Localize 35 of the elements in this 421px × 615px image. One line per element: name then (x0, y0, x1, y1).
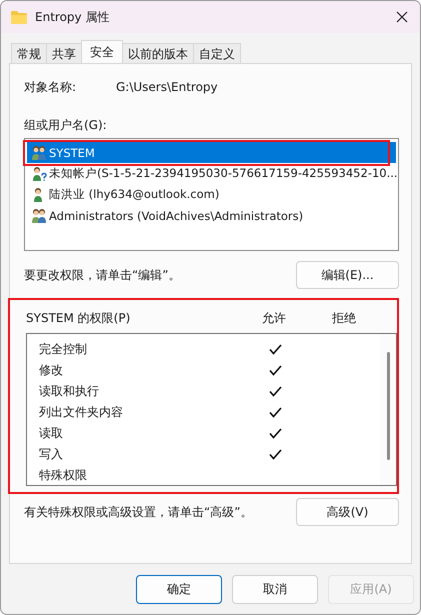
close-icon[interactable] (396, 11, 408, 23)
tab[interactable]: 常规 (11, 43, 47, 63)
tab[interactable]: 以前的版本 (122, 43, 194, 63)
edit-hint: 要更改权限，请单击“编辑”。 (24, 266, 180, 284)
user-question-icon (31, 166, 47, 182)
permission-name: 列出文件夹内容 (39, 404, 124, 421)
tab[interactable]: 自定义 (193, 43, 241, 63)
list-item[interactable]: 未知帐户(S-1-5-21-2394195030-576617159-425593452-10... (27, 163, 396, 184)
permission-name: 读取和执行 (39, 383, 100, 400)
permission-name: 写入 (39, 446, 64, 463)
deny-header: 拒绝 (331, 310, 357, 327)
list-item[interactable]: 陆洪业 (lhy634@outlook.com) (27, 184, 396, 205)
advanced-button[interactable]: 高级(V) (296, 498, 399, 526)
permission-name: 特殊权限 (39, 467, 88, 484)
dialog-button[interactable]: 取消 (232, 574, 318, 604)
object-name-label: 对象名称: (24, 78, 78, 96)
users-list[interactable]: SYSTEM 未知帐户(S-1-5-21-2394195030-576617159-425593452-10... 陆洪业 (lhy634@outlook.com) Administrators (VoidAchives\Administrators) (24, 138, 399, 251)
users-icon (31, 208, 47, 224)
folder-icon (11, 10, 27, 24)
edit-button[interactable]: 编辑(E)... (296, 261, 399, 289)
list-item[interactable]: Administrators (VoidAchives\Administrators) (27, 205, 396, 226)
permissions-title: SYSTEM 的权限(P) (26, 310, 132, 327)
allow-header: 允许 (261, 310, 287, 327)
tab[interactable]: 安全 (81, 40, 123, 63)
permission-name: 读取 (39, 425, 64, 442)
advanced-hint: 有关特殊权限或高级设置，请单击“高级”。 (24, 504, 252, 520)
users-icon (31, 144, 47, 160)
scrollbar[interactable] (380, 334, 396, 485)
tab[interactable]: 共享 (46, 43, 82, 63)
window-title: Entropy 属性 (35, 8, 110, 26)
dialog-button[interactable]: 确定 (136, 574, 222, 604)
permission-name: 完全控制 (39, 341, 88, 358)
permission-name: 修改 (39, 362, 64, 379)
object-name-value: G:\Users\Entropy (116, 80, 218, 94)
users-label: 组或用户名(G): (24, 117, 108, 134)
